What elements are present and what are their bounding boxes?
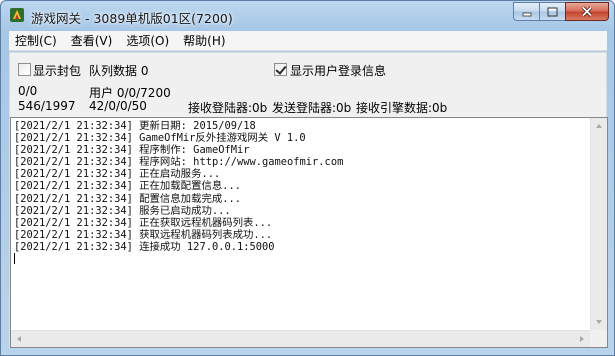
recv-login-stat: 接收登陆器:0b [188,101,268,115]
close-button[interactable] [565,2,609,21]
vertical-scrollbar[interactable] [590,118,607,330]
menu-bar: 控制(C) 查看(V) 选项(O) 帮助(H) [9,31,607,51]
log-line: [2021/2/1 21:32:34] GameOfMir反外挂游戏网关 V 1… [14,132,306,145]
log-line: [2021/2/1 21:32:34] 正在加载配置信息... [14,180,242,193]
queue-data-label: 队列数据 0 [89,64,149,78]
session-count: 546/1997 [18,99,76,113]
window-title: 游戏网关 - 3089单机版01区(7200) [31,11,233,26]
show-login-info-label[interactable]: 显示用户登录信息 [290,62,386,79]
scroll-left-icon[interactable] [17,336,21,342]
log-lines: [2021/2/1 21:32:34] 更新日期: 2015/09/18 [20… [14,120,584,265]
show-envelope-label[interactable]: 显示封包 [33,62,81,79]
close-icon [581,6,593,17]
menu-help[interactable]: 帮助(H) [176,31,232,51]
log-line: [2021/2/1 21:32:34] 获取远程机器码列表成功... [14,228,273,241]
log-line: [2021/2/1 21:32:34] 正在启动服务... [14,168,221,181]
caption-buttons [513,2,609,21]
scrollbar-corner [590,330,607,347]
log-line: [2021/2/1 21:32:34] 更新日期: 2015/09/18 [14,120,256,132]
log-line: [2021/2/1 21:32:34] 正在获取远程机器码列表... [14,216,273,229]
text-caret-line [14,253,584,265]
menu-options[interactable]: 选项(O) [119,31,176,51]
queue-stats: 42/0/0/50 [89,99,147,113]
scroll-down-icon[interactable] [596,320,602,324]
scroll-right-icon[interactable] [580,336,584,342]
log-line: [2021/2/1 21:32:34] 程序网站: http://www.gam… [14,156,344,169]
show-envelope-checkbox[interactable] [18,63,31,76]
log-textbox[interactable]: [2021/2/1 21:32:34] 更新日期: 2015/09/18 [20… [10,117,608,348]
scroll-up-icon[interactable] [596,124,602,128]
app-game-icon[interactable] [9,7,25,23]
send-login-stat: 发送登陆器:0b [272,101,352,115]
menu-control[interactable]: 控制(C) [9,31,64,51]
menu-view[interactable]: 查看(V) [64,31,120,51]
recv-engine-stat: 接收引擎数据:0b [356,101,448,115]
title-bar[interactable]: 游戏网关 - 3089单机版01区(7200) [1,1,614,31]
minimize-icon [522,12,531,16]
maximize-icon [547,7,558,16]
connection-count: 0/0 [18,84,38,98]
minimize-button[interactable] [513,2,539,21]
log-line: [2021/2/1 21:32:34] 服务已启动成功... [14,204,231,217]
show-login-info-checkbox[interactable] [274,63,287,76]
client-area: 显示封包 队列数据 0 显示用户登录信息 0/0 用户 0/0/7200 546… [9,52,608,348]
text-caret [14,253,15,265]
log-line: [2021/2/1 21:32:34] 配置信息加载完成... [14,192,242,205]
log-line: [2021/2/1 21:32:34] 程序制作: GameOfMir [14,144,250,157]
horizontal-scrollbar[interactable] [11,330,590,347]
maximize-button[interactable] [539,2,565,21]
log-line: [2021/2/1 21:32:34] 连接成功 127.0.0.1:5000 [14,240,275,253]
app-window: 游戏网关 - 3089单机版01区(7200) 控制(C) 查看(V) 选项(O… [0,0,615,356]
